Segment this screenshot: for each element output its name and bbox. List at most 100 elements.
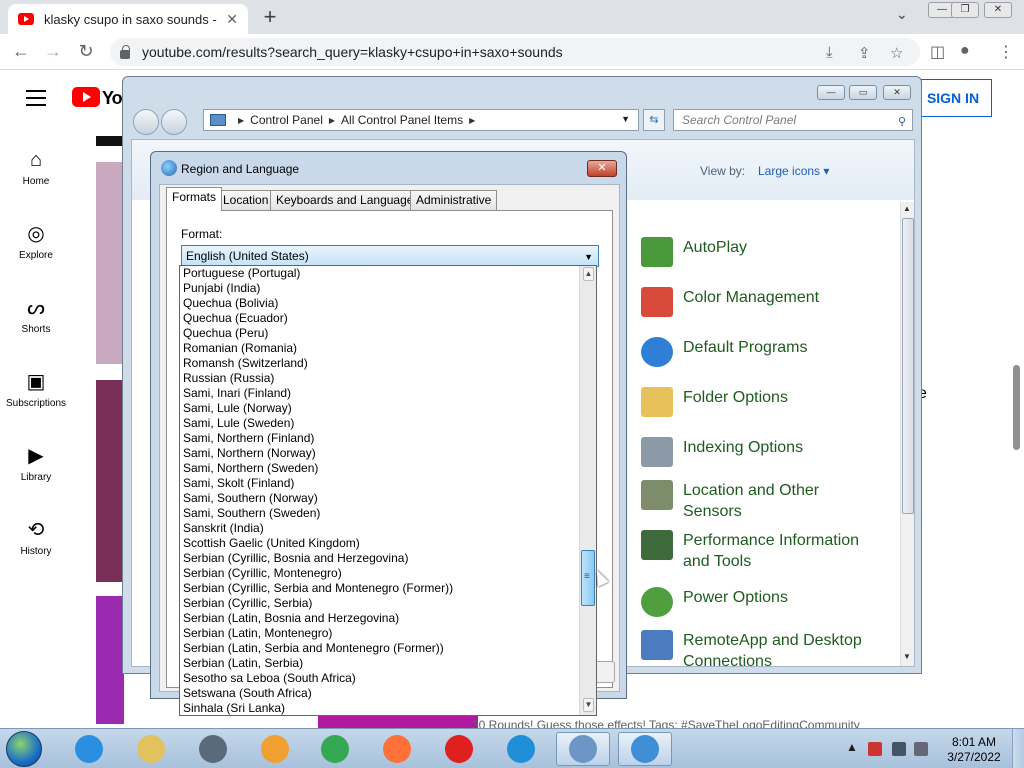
start-button[interactable] [6, 731, 42, 767]
forward-button[interactable]: → [42, 41, 64, 62]
taskbar-app-region-language[interactable] [618, 732, 672, 766]
sidebar-item-history[interactable]: ⟲ History [0, 518, 72, 557]
view-by-dropdown[interactable]: Large icons ▾ [758, 164, 829, 178]
dialog-titlebar[interactable]: Region and Language ✕ [151, 152, 626, 184]
cp-address-bar[interactable]: ▶ Control Panel ▶ All Control Panel Item… [203, 109, 639, 131]
sign-in-button[interactable]: SIGN IN [914, 79, 992, 117]
search-icon[interactable]: ⚲ [898, 112, 906, 132]
video-thumbnail[interactable] [96, 162, 124, 364]
address-bar[interactable]: youtube.com/results?search_query=klasky+… [110, 38, 920, 66]
taskbar-app-firefox[interactable] [370, 732, 424, 766]
bookmark-star-icon[interactable]: ☆ [890, 44, 903, 62]
cp-item-performance[interactable]: Performance Information and Tools [641, 530, 873, 572]
cp-item-folder-options[interactable]: Folder Options [641, 387, 873, 417]
tray-expand-icon[interactable]: ▲ [846, 740, 858, 754]
show-desktop-button[interactable] [1012, 729, 1024, 768]
format-option[interactable]: Serbian (Cyrillic, Serbia) [180, 596, 596, 611]
format-option[interactable]: Serbian (Cyrillic, Serbia and Montenegro… [180, 581, 596, 596]
cp-close-button[interactable]: ✕ [883, 85, 911, 100]
volume-icon[interactable] [914, 742, 928, 756]
taskbar-app-321-player[interactable] [186, 732, 240, 766]
youtube-logo-icon[interactable] [72, 87, 100, 107]
dropdown-scrollbar[interactable]: ▲ ▼ [579, 266, 596, 715]
taskbar-app-edge[interactable] [494, 732, 548, 766]
scroll-up-icon[interactable]: ▲ [583, 267, 594, 281]
tab-formats[interactable]: Formats [166, 187, 223, 211]
cp-scroll-thumb[interactable] [902, 218, 914, 514]
cp-search-input[interactable]: Search Control Panel ⚲ [673, 109, 913, 131]
sidebar-item-library[interactable]: ▶ Library [0, 444, 72, 483]
profile-avatar-icon[interactable]: ● [960, 42, 970, 60]
format-option[interactable]: Serbian (Cyrillic, Montenegro) [180, 566, 596, 581]
cp-minimize-button[interactable]: — [817, 85, 845, 100]
video-thumbnail[interactable] [96, 596, 124, 724]
more-menu-icon[interactable]: ⋮ [998, 42, 1014, 62]
breadcrumb-separator-icon[interactable]: ▶ [329, 116, 335, 125]
video-thumbnail[interactable] [96, 380, 124, 582]
format-option[interactable]: Sami, Inari (Finland) [180, 386, 596, 401]
breadcrumb-separator-icon[interactable]: ▶ [469, 116, 475, 125]
sidebar-item-subscriptions[interactable]: ▣ Subscriptions [0, 370, 72, 409]
breadcrumb-separator-icon[interactable]: ▶ [238, 116, 244, 125]
browser-tab[interactable]: klasky csupo in saxo sounds - Yo ✕ [8, 4, 248, 34]
chevron-down-icon[interactable]: ▼ [584, 247, 593, 267]
cp-item-location-sensors[interactable]: Location and Other Sensors [641, 480, 873, 522]
scroll-up-icon[interactable]: ▲ [903, 204, 911, 213]
format-option[interactable]: Quechua (Bolivia) [180, 296, 596, 311]
format-dropdown-list[interactable]: Portuguese (Portugal) Punjabi (India) Quec… [179, 265, 597, 716]
dialog-close-button[interactable]: ✕ [587, 160, 617, 177]
youtube-logo-text[interactable]: Yo [102, 88, 123, 109]
tab-keyboards-languages[interactable]: Keyboards and Languages [270, 190, 426, 210]
format-option[interactable]: Sami, Northern (Sweden) [180, 461, 596, 476]
format-option[interactable]: Sami, Northern (Norway) [180, 446, 596, 461]
breadcrumb-all-items[interactable]: All Control Panel Items [341, 113, 463, 127]
format-option[interactable]: Romanian (Romania) [180, 341, 596, 356]
cp-item-remoteapp[interactable]: RemoteApp and Desktop Connections [641, 630, 873, 672]
action-center-icon[interactable] [868, 742, 882, 756]
close-window-button[interactable]: ✕ [984, 2, 1012, 18]
taskbar-app-opera[interactable] [432, 732, 486, 766]
scroll-down-icon[interactable]: ▼ [583, 698, 594, 712]
format-option[interactable]: Sami, Lule (Norway) [180, 401, 596, 416]
share-icon[interactable]: ⇪ [858, 44, 871, 62]
taskbar-app-control-panel[interactable] [556, 732, 610, 766]
lock-icon[interactable] [120, 44, 130, 59]
format-select[interactable]: English (United States) ▼ [181, 245, 599, 267]
reload-button[interactable]: ↻ [75, 41, 97, 62]
format-option[interactable]: Punjabi (India) [180, 281, 596, 296]
clock-date[interactable]: 3/27/2022 [946, 750, 1002, 764]
sidebar-item-shorts[interactable]: ᔕ Shorts [0, 296, 72, 335]
taskbar-app-chrome[interactable] [308, 732, 362, 766]
format-option[interactable]: Romansh (Switzerland) [180, 356, 596, 371]
tab-administrative[interactable]: Administrative [410, 190, 498, 210]
cp-item-indexing-options[interactable]: Indexing Options [641, 437, 873, 467]
format-option[interactable]: Serbian (Latin, Bosnia and Herzegovina) [180, 611, 596, 626]
format-option[interactable]: Sami, Southern (Norway) [180, 491, 596, 506]
taskbar-app-internet-explorer[interactable] [62, 732, 116, 766]
format-option[interactable]: Portuguese (Portugal) [180, 266, 596, 281]
sidebar-item-explore[interactable]: ◎ Explore [0, 222, 72, 261]
cp-back-button[interactable] [133, 109, 159, 135]
taskbar-app-media-player[interactable] [248, 732, 302, 766]
cp-maximize-button[interactable]: ▭ [849, 85, 877, 100]
format-option[interactable]: Serbian (Cyrillic, Bosnia and Herzegovin… [180, 551, 596, 566]
video-thumbnail[interactable] [96, 136, 124, 146]
dialog-button[interactable] [595, 661, 615, 683]
taskbar-app-file-explorer[interactable] [124, 732, 178, 766]
tab-search-icon[interactable]: ⌄ [896, 6, 908, 23]
network-icon[interactable] [892, 742, 906, 756]
format-option[interactable]: Setswana (South Africa) [180, 686, 596, 701]
format-option[interactable]: Russian (Russia) [180, 371, 596, 386]
format-option[interactable]: Sami, Southern (Sweden) [180, 506, 596, 521]
cp-item-power-options[interactable]: Power Options [641, 587, 873, 617]
breadcrumb-control-panel[interactable]: Control Panel [250, 113, 323, 127]
format-option[interactable]: Quechua (Peru) [180, 326, 596, 341]
install-icon[interactable]: ⤓ [826, 44, 833, 61]
sidebar-item-home[interactable]: ⌂ Home [0, 148, 72, 187]
format-option[interactable]: Sinhala (Sri Lanka) [180, 701, 596, 715]
cp-item-default-programs[interactable]: Default Programs [641, 337, 873, 367]
tab-location[interactable]: Location [217, 190, 275, 210]
format-option[interactable]: Serbian (Latin, Montenegro) [180, 626, 596, 641]
cp-item-autoplay[interactable]: AutoPlay [641, 237, 873, 267]
scroll-down-icon[interactable]: ▼ [903, 652, 911, 661]
